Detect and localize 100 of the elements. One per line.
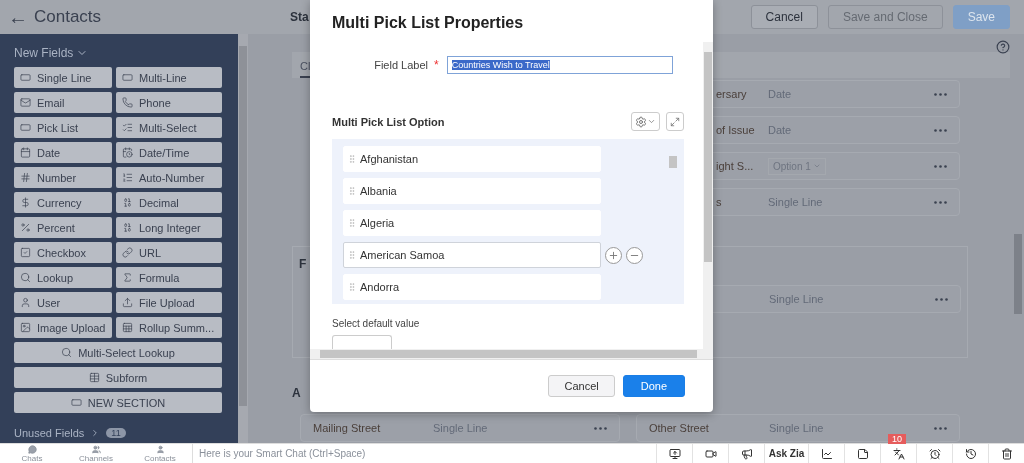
screen-icon <box>668 447 681 460</box>
alarm-clock-icon <box>928 447 941 460</box>
field-label: ight S... <box>716 160 755 172</box>
caret-icon <box>812 162 821 170</box>
field-card[interactable]: Mailing Street Single Line <box>300 414 620 442</box>
field-type-button[interactable]: Multi-Select Lookup <box>14 342 222 363</box>
field-type-button[interactable]: Image Upload <box>14 317 112 338</box>
unused-fields-label[interactable]: Unused Fields <box>14 427 85 439</box>
app-label[interactable]: Chats <box>21 453 43 463</box>
video-icon <box>704 447 717 460</box>
more-icon[interactable] <box>934 128 947 132</box>
field-label: ersary <box>716 88 748 100</box>
phone-icon <box>122 97 133 108</box>
field-type-button[interactable]: Auto-Number <box>116 167 222 188</box>
field-label: of Issue <box>716 124 756 136</box>
scrollbar[interactable] <box>238 34 248 443</box>
field-type-button[interactable]: Single Line <box>14 67 112 88</box>
field-type-button[interactable]: Formula <box>116 267 222 288</box>
megaphone-icon <box>740 447 753 460</box>
trash-icon <box>1000 447 1013 460</box>
more-icon[interactable] <box>934 426 947 430</box>
field-type: Single Line <box>433 422 488 434</box>
field-label: Other Street <box>649 422 710 434</box>
drag-handle-icon[interactable] <box>347 154 357 164</box>
more-icon[interactable] <box>934 164 947 168</box>
settings-button[interactable] <box>631 112 660 131</box>
section-title: F <box>299 257 307 271</box>
rectangle-icon <box>20 122 31 133</box>
rectangle-icon <box>20 72 31 83</box>
more-icon[interactable] <box>934 200 947 204</box>
required-mark: * <box>434 58 439 72</box>
option-item[interactable]: Algeria <box>343 210 601 236</box>
field-label: Mailing Street <box>313 422 382 434</box>
percent-icon <box>20 222 31 233</box>
option-item[interactable]: Afghanistan <box>343 146 601 172</box>
field-type-button[interactable]: Email <box>14 92 112 113</box>
field-type: Single Line <box>769 422 824 434</box>
scrollbar[interactable] <box>310 349 713 359</box>
field-type-button[interactable]: Long Integer <box>116 217 222 238</box>
field-type-button[interactable]: Lookup <box>14 267 112 288</box>
field-type-button[interactable]: Multi-Line <box>116 67 222 88</box>
user-icon[interactable] <box>155 444 165 454</box>
sheet-icon <box>122 322 133 333</box>
field-type-button[interactable]: Checkbox <box>14 242 112 263</box>
field-type-button[interactable]: NEW SECTION <box>14 392 222 413</box>
field-type-button[interactable]: Phone <box>116 92 222 113</box>
field-type-button[interactable]: Percent <box>14 217 112 238</box>
field-type-button[interactable]: Currency <box>14 192 112 213</box>
chat-input[interactable]: Here is your Smart Chat (Ctrl+Space) <box>192 443 656 463</box>
dollar-icon <box>20 197 31 208</box>
dialog-title: Multi Pick List Properties <box>331 13 525 33</box>
option-item[interactable]: Albania <box>343 178 601 204</box>
page-title: Contacts <box>34 7 103 27</box>
drag-handle-icon[interactable] <box>347 250 357 260</box>
field-type-button[interactable]: User <box>14 292 112 313</box>
section-heading: Multi Pick List Option <box>332 115 445 128</box>
cancel-button[interactable]: Cancel <box>548 375 615 397</box>
table-icon <box>88 372 100 383</box>
option-item[interactable]: Andorra <box>343 274 601 300</box>
upload-icon <box>122 297 133 308</box>
expand-button[interactable] <box>666 112 684 131</box>
sidebar-heading[interactable]: New Fields <box>14 46 74 60</box>
field-type-button[interactable]: Date/Time <box>116 142 222 163</box>
field-type-button[interactable]: Subform <box>14 367 222 388</box>
notification-badge: 10 <box>888 434 906 444</box>
sigma-icon <box>122 272 133 283</box>
option-item[interactable]: American Samoa <box>343 242 601 268</box>
more-icon[interactable] <box>935 297 948 301</box>
user-icon <box>20 297 31 308</box>
field-type: Date <box>768 88 792 100</box>
drag-handle-icon[interactable] <box>347 282 357 292</box>
chat-bubble-icon[interactable] <box>27 444 37 454</box>
more-icon[interactable] <box>594 426 607 430</box>
header-button[interactable]: Cancel <box>750 5 818 29</box>
ask-zia-button[interactable]: Ask Zia <box>764 444 808 463</box>
drag-handle-icon[interactable] <box>347 218 357 228</box>
more-icon[interactable] <box>934 92 947 96</box>
drag-handle-icon[interactable] <box>347 186 357 196</box>
field-label: Field Label <box>373 59 428 71</box>
help-icon[interactable] <box>996 40 1010 54</box>
field-label-input[interactable]: Countries Wish to Travel <box>446 56 673 74</box>
field-type-button[interactable]: Rollup Summ... <box>116 317 222 338</box>
field-type-button[interactable]: URL <box>116 242 222 263</box>
field-type-button[interactable]: Number <box>14 167 112 188</box>
chart-icon <box>820 447 833 460</box>
search-icon <box>61 347 73 358</box>
numbered-list-icon <box>122 172 133 183</box>
done-button[interactable]: Done <box>622 375 685 397</box>
field-type: Date <box>768 124 792 136</box>
back-arrow[interactable]: ← <box>8 5 28 29</box>
field-type-button[interactable]: Date <box>14 142 112 163</box>
field-type-button[interactable]: Decimal <box>116 192 222 213</box>
field-type-button[interactable]: Multi-Select <box>116 117 222 138</box>
checklist-icon <box>122 122 133 133</box>
add-button[interactable] <box>605 246 622 264</box>
scrollbar[interactable] <box>703 42 713 349</box>
users-icon[interactable] <box>91 444 101 454</box>
field-type-button[interactable]: Pick List <box>14 117 112 138</box>
remove-button[interactable] <box>626 246 643 264</box>
field-type-button[interactable]: File Upload <box>116 292 222 313</box>
